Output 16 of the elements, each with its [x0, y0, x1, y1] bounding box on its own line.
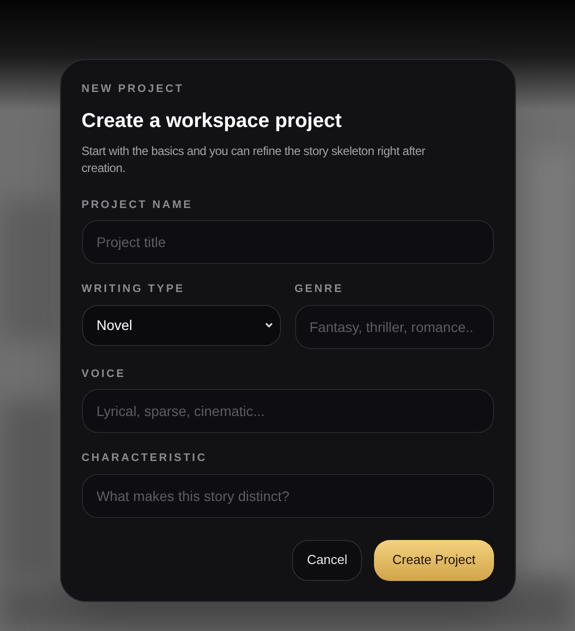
chevron-down-icon [264, 320, 274, 330]
field-label: WRITING TYPE [82, 282, 186, 297]
text-field[interactable]: What makes this story distinct? [82, 474, 494, 518]
writing-type-select[interactable]: Novel [82, 304, 280, 346]
field-label: GENRE [294, 282, 345, 297]
dialog-title: Create a workspace project [82, 108, 343, 134]
create-button[interactable]: Create Project [374, 540, 494, 580]
field-label: VOICE [82, 366, 127, 382]
dialog-description: Start with the basics and you can refine the story skeleton right after creation. [82, 142, 426, 176]
text-field[interactable]: Lyrical, sparse, cinematic... [82, 389, 494, 433]
text-field[interactable]: Fantasy, thriller, romance.. [294, 304, 494, 348]
cancel-button[interactable]: Cancel [292, 540, 362, 580]
dialog-eyebrow: NEW PROJECT [82, 82, 185, 97]
field-label: PROJECT NAME [82, 198, 194, 212]
text-field[interactable]: Project title [82, 220, 494, 264]
field-label: CHARACTERISTIC [82, 451, 208, 466]
